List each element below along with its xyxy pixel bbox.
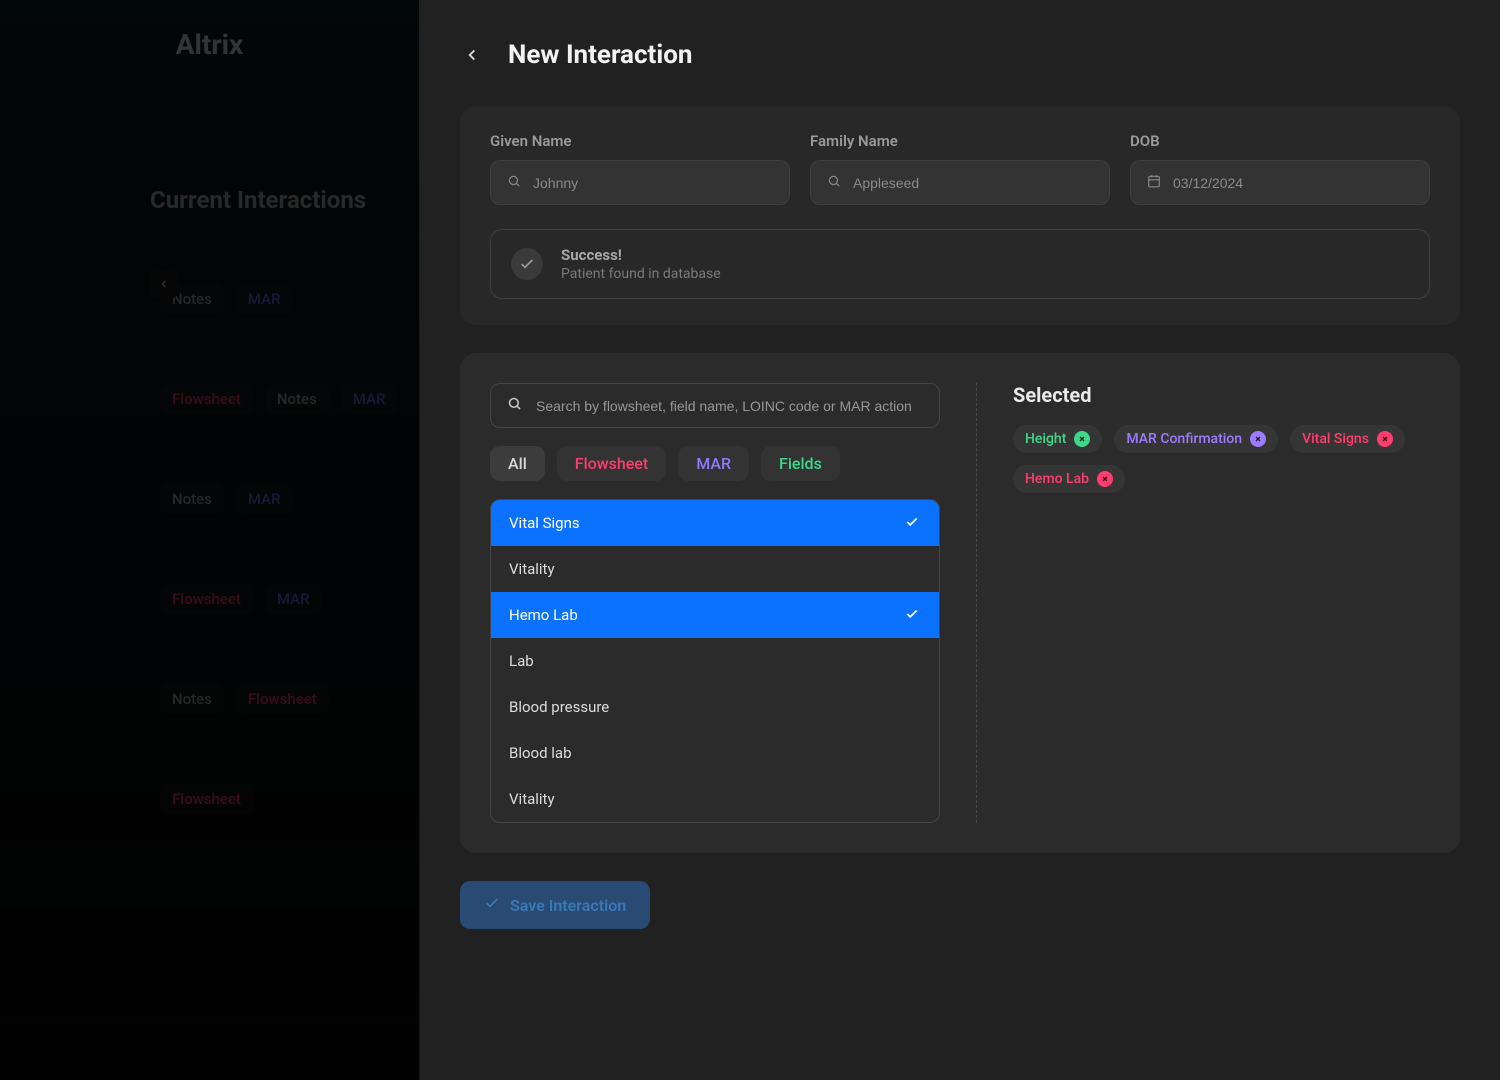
list-item[interactable]: Blood pressure (491, 684, 939, 730)
interaction-card[interactable]: Flowsheet (160, 784, 419, 814)
modal-title: New Interaction (508, 40, 692, 70)
success-banner: Success! Patient found in database (490, 229, 1430, 299)
list-item[interactable]: Hemo Lab (491, 592, 939, 638)
list-item[interactable]: Vitality (491, 776, 939, 822)
save-icon (484, 895, 500, 915)
tag-mar: MAR (236, 484, 293, 514)
family-name-label: Family Name (810, 132, 1110, 150)
modal-header: New Interaction (420, 0, 1500, 106)
interaction-card[interactable]: Notes Flowsheet (160, 684, 419, 714)
tag-flowsheet: Flowsheet (160, 384, 253, 414)
list-item-label: Lab (509, 652, 534, 670)
list-item[interactable]: Lab (491, 638, 939, 684)
dob-label: DOB (1130, 132, 1430, 150)
tag-notes: Notes (265, 384, 329, 414)
remove-chip-icon[interactable] (1097, 471, 1113, 487)
remove-chip-icon[interactable] (1377, 431, 1393, 447)
tag-flowsheet: Flowsheet (160, 584, 253, 614)
chip-label: Hemo Lab (1025, 471, 1089, 487)
list-item-label: Vitality (509, 560, 555, 578)
sidebar: Altrix Current Interactions NotesMARFlow… (0, 0, 420, 1080)
search-icon (507, 396, 522, 415)
remove-chip-icon[interactable] (1250, 431, 1266, 447)
success-subtitle: Patient found in database (561, 266, 721, 282)
tag-mar: MAR (341, 384, 398, 414)
given-name-input[interactable] (533, 175, 773, 191)
patient-form: Given Name Family Name DOB (460, 106, 1460, 325)
brand-logo: Altrix (0, 0, 419, 86)
interaction-card[interactable]: Notes MAR (160, 484, 419, 514)
new-interaction-panel: New Interaction Given Name Family Name (420, 0, 1500, 1080)
list-item-label: Vital Signs (509, 514, 580, 532)
given-name-label: Given Name (490, 132, 790, 150)
selected-chip: Hemo Lab (1013, 465, 1125, 493)
sidebar-back-button[interactable] (150, 270, 178, 298)
selected-chip: Height (1013, 425, 1102, 453)
selected-chip: MAR Confirmation (1114, 425, 1278, 453)
tag-mar: MAR (265, 584, 322, 614)
family-name-input[interactable] (853, 175, 1093, 191)
picker-block: All Flowsheet MAR Fields Vital SignsVita… (460, 353, 1460, 853)
remove-chip-icon[interactable] (1074, 431, 1090, 447)
current-interactions-heading: Current Interactions (0, 86, 419, 244)
tag-notes: Notes (160, 484, 224, 514)
interaction-card[interactable]: Flowsheet MAR (160, 584, 419, 614)
tag-flowsheet: Flowsheet (236, 684, 329, 714)
check-icon (905, 515, 921, 531)
calendar-icon (1147, 173, 1161, 192)
check-icon (905, 607, 921, 623)
chip-label: Height (1025, 431, 1066, 447)
chip-label: Vital Signs (1302, 431, 1369, 447)
filter-all[interactable]: All (490, 446, 545, 481)
filter-row: All Flowsheet MAR Fields (490, 446, 940, 481)
selected-heading: Selected (1013, 383, 1430, 407)
selected-chip: Vital Signs (1290, 425, 1405, 453)
tag-mar: MAR (236, 284, 293, 314)
tag-flowsheet: Flowsheet (160, 784, 253, 814)
interaction-card-list: NotesMARFlowsheetNotesMARNotesMARFlowshe… (0, 284, 419, 814)
list-item-label: Blood lab (509, 744, 572, 762)
chip-label: MAR Confirmation (1126, 431, 1242, 447)
save-label: Save Interaction (510, 896, 626, 915)
filter-flowsheet[interactable]: Flowsheet (557, 446, 666, 481)
result-list: Vital Signs Vitality Hemo Lab Lab Blood pres… (490, 499, 940, 823)
success-check-icon (511, 248, 543, 280)
success-title: Success! (561, 246, 721, 264)
filter-mar[interactable]: MAR (678, 446, 749, 481)
save-interaction-button[interactable]: Save Interaction (460, 881, 650, 929)
interaction-card[interactable]: NotesMAR (160, 284, 419, 314)
list-item-label: Vitality (509, 790, 555, 808)
back-button[interactable] (460, 43, 484, 67)
filter-fields[interactable]: Fields (761, 446, 840, 481)
flowsheet-search-input[interactable] (536, 398, 923, 414)
dob-input[interactable] (1173, 175, 1413, 191)
search-icon (507, 173, 521, 192)
tag-notes: Notes (160, 684, 224, 714)
list-item[interactable]: Blood lab (491, 730, 939, 776)
list-item[interactable]: Vital Signs (491, 500, 939, 546)
list-item[interactable]: Vitality (491, 546, 939, 592)
list-item-label: Hemo Lab (509, 606, 578, 624)
interaction-card[interactable]: Flowsheet Notes MAR (160, 384, 419, 414)
selected-chip-row: Height MAR Confirmation Vital Signs Hemo La… (1013, 425, 1430, 493)
search-icon (827, 173, 841, 192)
list-item-label: Blood pressure (509, 698, 609, 716)
